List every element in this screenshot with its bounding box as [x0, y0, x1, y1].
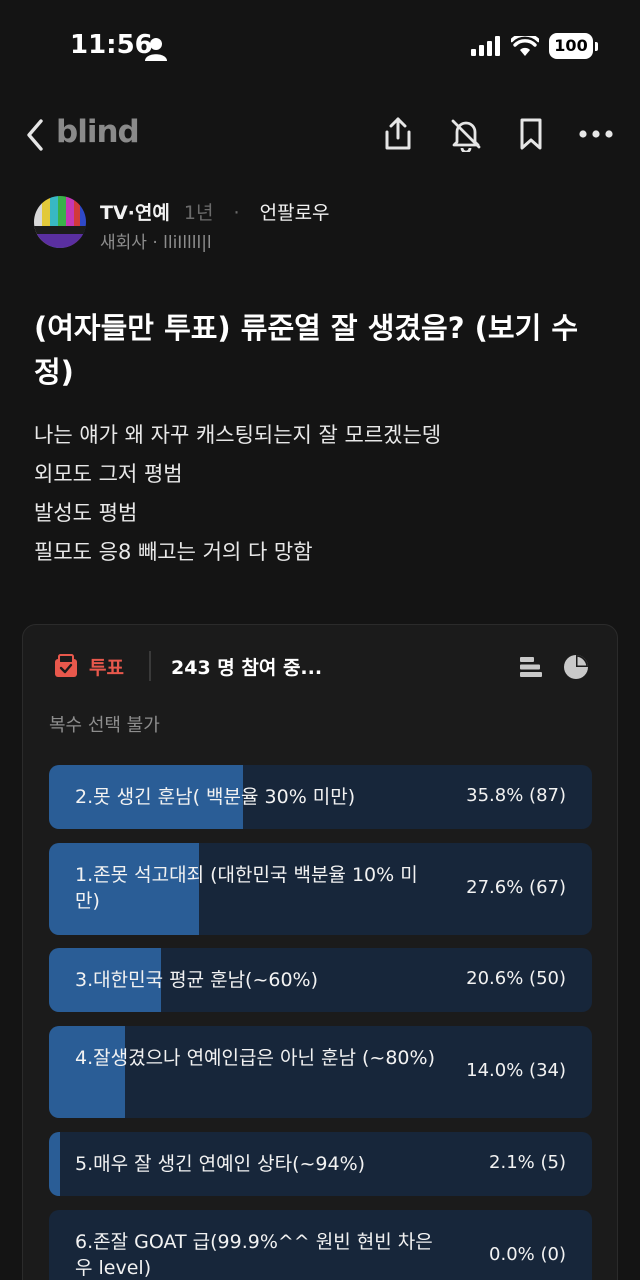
option-label: 5.매우 잘 생긴 연예인 상타(~94%)	[75, 1153, 366, 1175]
option-share-fill	[49, 1132, 61, 1196]
channel-avatar[interactable]	[34, 196, 86, 248]
bar-chart-icon[interactable]	[519, 655, 543, 679]
poll-option[interactable]: 3.대한민국 평균 훈남(~60%) 20.6% (50)	[49, 948, 592, 1012]
poll-divider	[149, 651, 151, 681]
poll-option[interactable]: 6.존잘 GOAT 급(99.9%^^ 원빈 현빈 차은우 level) 0.0…	[49, 1210, 592, 1280]
poll-option[interactable]: 2.못 생긴 훈남( 백분율 30% 미만) 35.8% (87)	[49, 765, 592, 829]
option-label: 6.존잘 GOAT 급(99.9%^^ 원빈 현빈 차은우 level)	[75, 1231, 433, 1279]
ballot-box-icon	[55, 654, 77, 677]
pie-chart-icon[interactable]	[563, 654, 589, 680]
option-label: 2.못 생긴 훈남( 백분율 30% 미만)	[75, 786, 356, 808]
poll-option[interactable]: 4.잘생겼으나 연예인급은 아닌 훈남 (~80%) 14.0% (34)	[49, 1026, 592, 1118]
separator-dot: ·	[233, 202, 240, 224]
unfollow-button[interactable]: 언팔로우	[260, 202, 330, 224]
option-label: 4.잘생겼으나 연예인급은 아닌 훈남 (~80%)	[75, 1047, 435, 1069]
poll-option[interactable]: 5.매우 잘 생긴 연예인 상타(~94%) 2.1% (5)	[49, 1132, 592, 1196]
share-icon[interactable]	[380, 116, 416, 152]
status-indicators: 100	[471, 33, 598, 59]
person-icon	[145, 38, 167, 61]
poll-tag: 투표	[89, 657, 124, 679]
option-result: 20.6% (50)	[466, 968, 566, 989]
post-body-line: 외모도 그저 평범	[34, 462, 183, 486]
post-body-line: 나는 얘가 왜 자꾸 캐스팅되는지 잘 모르겠는뎅	[34, 423, 442, 447]
more-options-icon[interactable]	[578, 116, 614, 152]
poll-card: 투표 243 명 참여 중... 복수 선택 불가 2.못 생긴 훈남( 백분율…	[22, 624, 618, 1280]
post-screen: 11:56 100 blind TV·연예 1년 · 언팔로우 새회사 · ll…	[0, 0, 640, 1280]
option-label: 3.대한민국 평균 훈남(~60%)	[75, 969, 319, 991]
option-share-fill	[49, 1026, 126, 1118]
option-result: 27.6% (67)	[466, 877, 566, 898]
poll-header: 투표 243 명 참여 중...	[53, 651, 593, 683]
post-body-line: 발성도 평범	[34, 501, 138, 525]
battery-tip	[595, 41, 598, 51]
post-author: TV·연예 1년 · 언팔로우 새회사 · lliIllll|l	[34, 196, 614, 256]
channel-name[interactable]: TV·연예	[100, 202, 170, 224]
battery-indicator: 100	[549, 33, 598, 59]
cellular-signal-icon	[471, 36, 500, 56]
nav-bar: blind	[0, 110, 640, 160]
option-result: 2.1% (5)	[489, 1152, 566, 1173]
option-label: 1.존못 석고대죄 (대한민국 백분율 10% 미만)	[75, 864, 418, 912]
post-title: (여자들만 투표) 류준열 잘 생겼음? (보기 수정)	[34, 311, 579, 389]
poll-participants: 243 명 참여 중...	[171, 657, 323, 679]
bookmark-icon[interactable]	[513, 116, 549, 152]
post-body-line: 필모도 응8 빼고는 거의 다 망함	[34, 540, 313, 564]
author-meta: TV·연예 1년 · 언팔로우	[100, 198, 330, 225]
notification-off-icon[interactable]	[448, 116, 484, 152]
poll-note: 복수 선택 불가	[49, 715, 160, 736]
author-company: 새회사 · lliIllll|l	[100, 233, 212, 253]
poll-option[interactable]: 1.존못 석고대죄 (대한민국 백분율 10% 미만) 27.6% (67)	[49, 843, 592, 935]
post-time: 1년	[183, 202, 214, 224]
option-result: 35.8% (87)	[466, 785, 566, 806]
back-chevron-icon[interactable]	[22, 118, 50, 152]
option-result: 14.0% (34)	[466, 1060, 566, 1081]
status-time: 11:56	[70, 30, 153, 60]
brand-logo: blind	[56, 114, 140, 150]
battery-level: 100	[549, 33, 593, 59]
option-result: 0.0% (0)	[489, 1244, 566, 1265]
status-bar: 11:56 100	[0, 0, 640, 96]
post-body: 나는 얘가 왜 자꾸 캐스팅되는지 잘 모르겠는뎅 외모도 그저 평범 발성도 …	[34, 416, 614, 572]
wifi-icon	[511, 36, 539, 56]
